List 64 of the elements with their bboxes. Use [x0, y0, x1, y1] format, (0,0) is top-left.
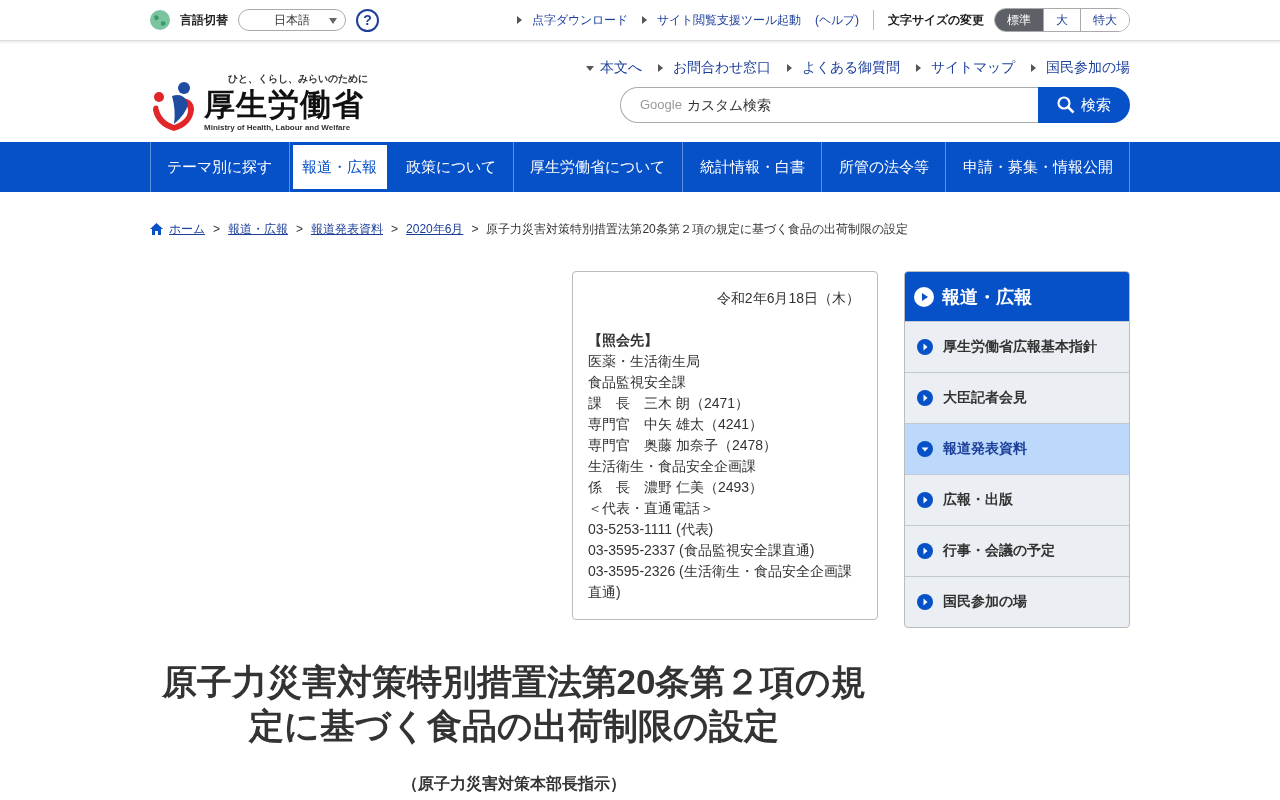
caret-down-icon — [917, 441, 933, 457]
contact-line: 課 長 三木 朗（2471） — [588, 394, 751, 413]
contact-line: ＜代表・直通電話＞ — [588, 499, 715, 518]
sidebar-item[interactable]: 報道発表資料 — [905, 423, 1129, 474]
page-title: 原子力災害対策特別措置法第20条第２項の規定に基づく食品の出荷制限の設定 — [160, 661, 868, 747]
search-brand: Google — [640, 97, 682, 112]
play-icon — [917, 339, 933, 355]
header-link[interactable]: 国民参加の場 — [1031, 59, 1130, 77]
sidebar-title[interactable]: 報道・広報 — [905, 272, 1129, 321]
breadcrumb-separator: > — [213, 222, 220, 236]
breadcrumb-link[interactable]: 報道発表資料 — [311, 220, 384, 238]
contact-line: 係 長 濃野 仁美（2493） — [588, 478, 765, 497]
font-size-button[interactable]: 標準 — [995, 9, 1043, 31]
breadcrumb-link[interactable]: ホーム — [169, 220, 205, 238]
sidebar-item[interactable]: 厚生労働省広報基本指針 — [905, 321, 1129, 372]
nav-tab[interactable]: テーマ別に探す — [150, 142, 290, 192]
globe-icon — [150, 10, 170, 30]
sidebar-item[interactable]: 国民参加の場 — [905, 576, 1129, 627]
nav-tab[interactable]: 政策について — [389, 142, 514, 192]
breadcrumb-separator: > — [471, 222, 479, 236]
play-icon — [917, 594, 933, 610]
language-label: 言語切替 — [180, 11, 228, 29]
help-link[interactable]: (ヘルプ) — [815, 11, 859, 29]
sidebar-item[interactable]: 行事・会議の予定 — [905, 525, 1129, 576]
release-date: 令和2年6月18日（木） — [715, 289, 861, 308]
play-icon — [917, 492, 933, 508]
nav-tab[interactable]: 所管の法令等 — [822, 142, 947, 192]
contact-line: 専門官 中矢 雄太（4241） — [588, 415, 765, 434]
logo-english: Ministry of Health, Labour and Welfare — [204, 123, 352, 132]
contact-line: 食品監視安全課 — [588, 373, 687, 392]
header-link[interactable]: お問合わせ窓口 — [658, 59, 771, 77]
header-link[interactable]: サイトマップ — [916, 59, 1015, 77]
play-icon — [917, 543, 933, 559]
nav-tab[interactable]: 申請・募集・情報公開 — [946, 142, 1131, 192]
header-link[interactable]: 本文へ — [586, 59, 642, 77]
breadcrumb-separator: > — [391, 222, 399, 236]
utility-link[interactable]: サイト閲覧支援ツール起動 — [642, 11, 801, 29]
logo-tagline: ひと、くらし、みらいのために — [228, 72, 368, 86]
nav-tab[interactable]: 統計情報・白書 — [683, 142, 823, 192]
help-button[interactable]: ? — [356, 8, 379, 32]
font-size-button[interactable]: 特大 — [1080, 9, 1129, 31]
play-icon — [917, 390, 933, 406]
nav-tab[interactable]: 厚生労働省について — [513, 142, 684, 192]
contact-line: 03-3595-2337 (食品監視安全課直通) — [588, 541, 816, 560]
page-subtitle: （原子力災害対策本部長指示） — [402, 775, 626, 792]
contact-heading: 【照会先】 — [588, 331, 659, 350]
sidebar-item[interactable]: 広報・出版 — [905, 474, 1129, 525]
home-icon[interactable] — [150, 223, 163, 235]
breadcrumb-link[interactable]: 報道・広報 — [228, 220, 288, 238]
breadcrumb-link[interactable]: 2020年6月 — [406, 220, 464, 238]
font-size-label: 文字サイズの変更 — [888, 11, 984, 29]
contact-line: 03-3595-2326 (生活衛生・食品安全企画課直通) — [588, 562, 853, 602]
search-icon — [1057, 96, 1075, 114]
breadcrumb-separator: > — [296, 222, 304, 236]
contact-line: 03-5253-1111 (代表) — [588, 520, 715, 539]
header-link[interactable]: よくある御質問 — [787, 59, 900, 77]
contact-line: 医薬・生活衛生局 — [588, 352, 701, 371]
logo-name: 厚生労働省 — [204, 87, 365, 123]
utility-link[interactable]: 点字ダウンロード — [517, 11, 628, 29]
contact-line: 生活衛生・食品安全企画課 — [588, 457, 757, 476]
search-button[interactable]: 検索 — [1038, 87, 1130, 123]
breadcrumb-current: 原子力災害対策特別措置法第20条第２項の規定に基づく食品の出荷制限の設定 — [486, 220, 908, 238]
contact-line: 専門官 奥藤 加奈子（2478） — [588, 436, 779, 455]
play-icon — [914, 286, 934, 307]
